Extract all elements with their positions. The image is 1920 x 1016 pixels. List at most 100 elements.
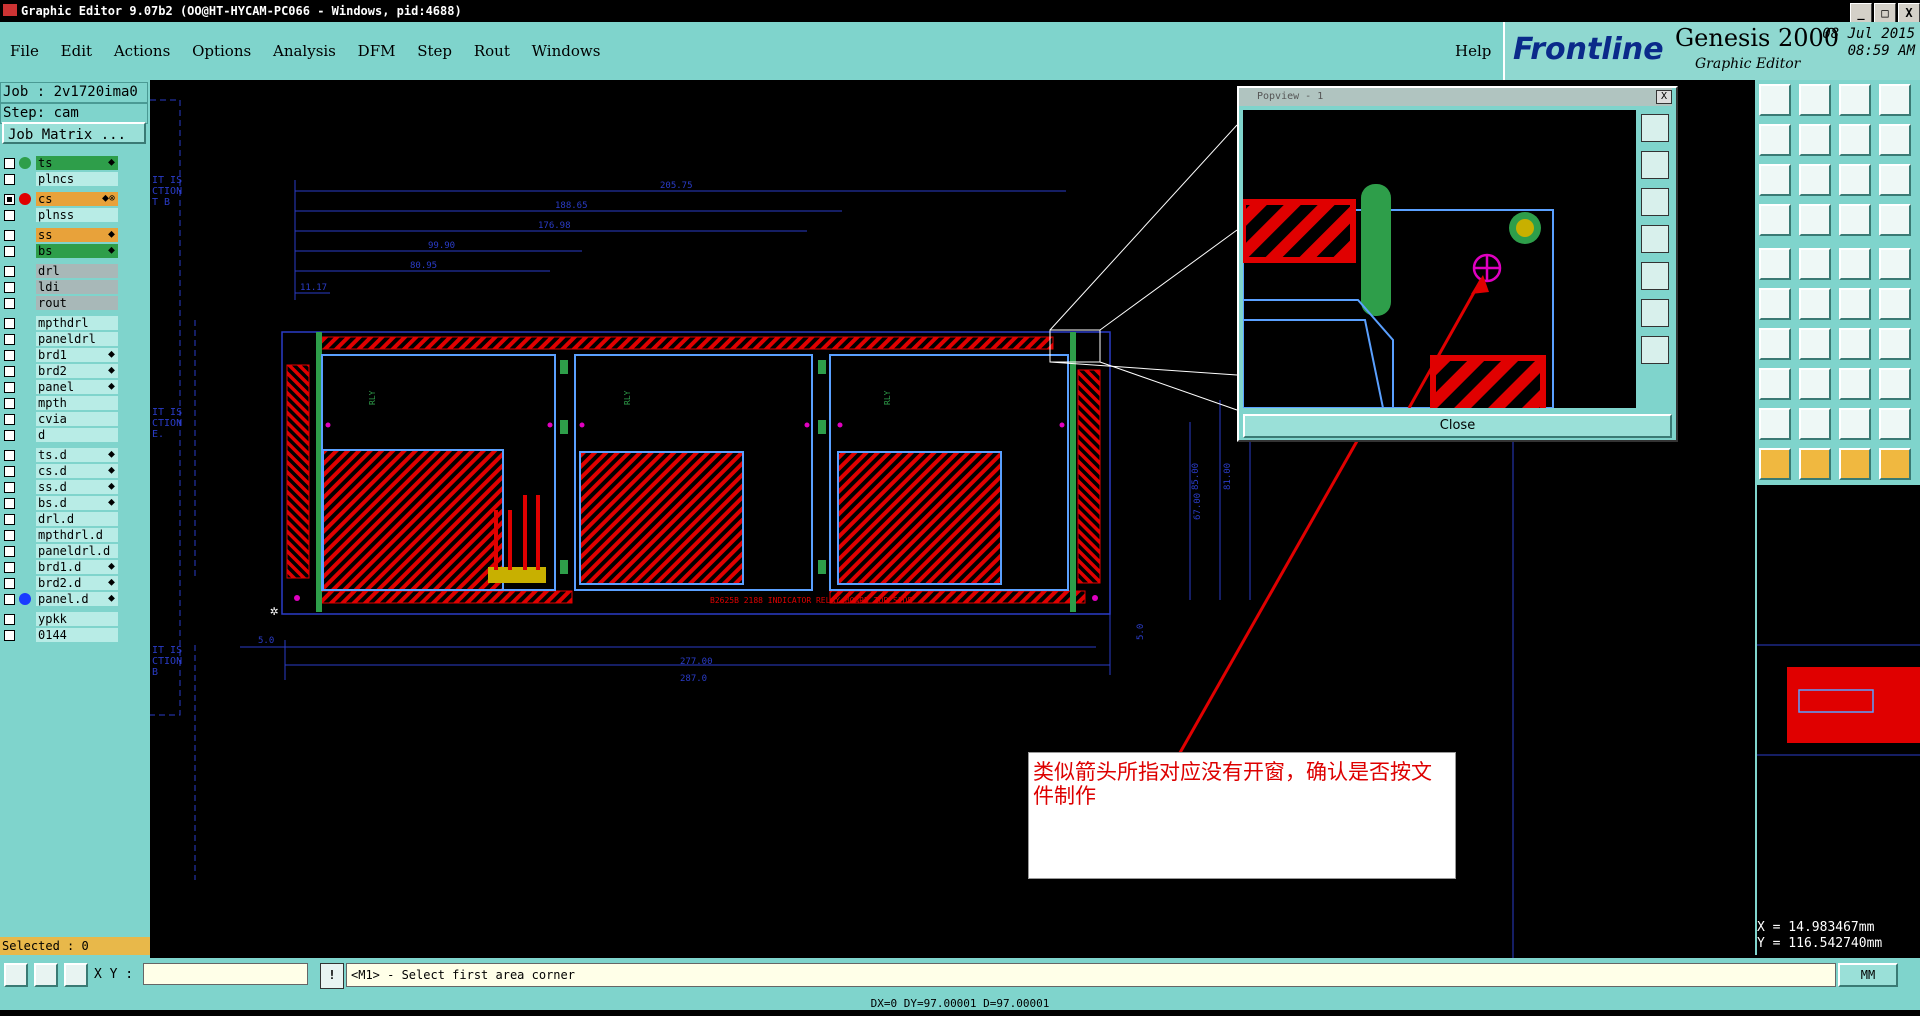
layer-row-mpthdrl[interactable]: mpthdrl (2, 315, 120, 331)
layer-name[interactable]: panel ⬥ (36, 380, 118, 394)
xy-input[interactable] (143, 963, 308, 985)
layer-row-mpthdrl-d[interactable]: mpthdrl.d (2, 527, 120, 543)
popview-zoom-tool-1[interactable] (1641, 114, 1669, 142)
layer-row-brd2-d[interactable]: brd2.d ⬥ (2, 575, 120, 591)
record-icon[interactable] (1879, 248, 1911, 280)
layer-row-ts[interactable]: ts ⬥ (2, 155, 120, 171)
layer-checkbox[interactable] (4, 318, 15, 329)
layer-name[interactable]: ss.d ⬥ (36, 480, 118, 494)
layer-checkbox[interactable] (4, 530, 15, 541)
cross-icon[interactable] (1799, 288, 1831, 320)
layer-checkbox[interactable] (4, 546, 15, 557)
layer-name[interactable]: brd1 ⬥ (36, 348, 118, 362)
layer-row-mpth[interactable]: mpth (2, 395, 120, 411)
layer-checkbox[interactable] (4, 398, 15, 409)
layer-name[interactable]: cs.d ⬥ (36, 464, 118, 478)
layer-name[interactable]: ldi (36, 280, 118, 294)
layer-color-dot[interactable] (19, 593, 31, 605)
layer-name[interactable]: rout (36, 296, 118, 310)
scale-icon[interactable] (1839, 164, 1871, 196)
layer-name[interactable]: paneldrl.d (36, 544, 118, 558)
layer-name[interactable]: brd1.d ⬥ (36, 560, 118, 574)
expand-icon[interactable] (1759, 164, 1791, 196)
flip-icon[interactable] (1799, 248, 1831, 280)
maximize-button[interactable]: □ (1874, 3, 1896, 23)
feature-icon[interactable] (1759, 248, 1791, 280)
layer-name[interactable]: ts ⬥ (36, 156, 118, 170)
layer-checkbox[interactable] (4, 266, 15, 277)
pointer-icon[interactable] (1879, 288, 1911, 320)
point-icon[interactable] (1839, 288, 1871, 320)
layer-checkbox[interactable] (4, 498, 15, 509)
layer-checkbox[interactable] (4, 430, 15, 441)
units-selector[interactable]: MM (1838, 963, 1898, 987)
menu-step[interactable]: Step (417, 42, 452, 60)
open-icon[interactable] (1759, 84, 1791, 116)
layer-row-paneldrl-d[interactable]: paneldrl.d (2, 543, 120, 559)
layer-row-drl-d[interactable]: drl.d (2, 511, 120, 527)
layer-checkbox[interactable] (4, 210, 15, 221)
layer-name[interactable]: mpthdrl.d (36, 528, 118, 542)
save-icon[interactable] (1799, 84, 1831, 116)
layer-row-ypkk[interactable]: ypkk (2, 611, 120, 627)
popview-close-icon[interactable]: X (1656, 90, 1672, 104)
arc-icon[interactable] (1799, 328, 1831, 360)
layer-name[interactable]: 0144 (36, 628, 118, 642)
array-icon[interactable] (1879, 204, 1911, 236)
home-icon[interactable] (1839, 84, 1871, 116)
minus-icon[interactable] (1799, 368, 1831, 400)
menu-analysis[interactable]: Analysis (273, 42, 336, 60)
measure-tool-button[interactable] (34, 963, 58, 987)
menu-actions[interactable]: Actions (114, 42, 170, 60)
layer-row-ss-d[interactable]: ss.d ⬥ (2, 479, 120, 495)
select-area-icon[interactable] (1799, 448, 1831, 480)
popview-zoom-tool-2[interactable] (1641, 151, 1669, 179)
triangle-c-icon[interactable] (1879, 408, 1911, 440)
move-right-icon[interactable] (1799, 124, 1831, 156)
popview-zoom-tool-6[interactable] (1641, 299, 1669, 327)
menu-edit[interactable]: Edit (61, 42, 92, 60)
layer-name[interactable]: brd2.d ⬥ (36, 576, 118, 590)
layer-row-plnss[interactable]: plnss (2, 207, 120, 223)
grid-tool-button[interactable] (64, 963, 88, 987)
layer-name[interactable]: paneldrl (36, 332, 118, 346)
layer-checkbox[interactable] (4, 334, 15, 345)
layer-row-0144[interactable]: 0144 (2, 627, 120, 643)
layer-color-dot[interactable] (19, 157, 31, 169)
mirror-icon[interactable] (1839, 124, 1871, 156)
triangle-a-icon[interactable] (1799, 408, 1831, 440)
layer-name[interactable]: drl (36, 264, 118, 278)
layer-checkbox[interactable] (4, 174, 15, 185)
layer-row-ss[interactable]: ss ⬥ (2, 227, 120, 243)
layer-checkbox[interactable] (4, 298, 15, 309)
layer-checkbox[interactable] (4, 614, 15, 625)
layer-row-plncs[interactable]: plncs (2, 171, 120, 187)
layer-checkbox[interactable] (4, 382, 15, 393)
layer-checkbox[interactable] (4, 466, 15, 477)
popview-zoom-tool-7[interactable] (1641, 336, 1669, 364)
overview-panel[interactable] (1755, 485, 1920, 955)
layer-row-bs[interactable]: bs ⬥ (2, 243, 120, 259)
menu-file[interactable]: File (10, 42, 39, 60)
group-icon[interactable] (1879, 368, 1911, 400)
layer-checkbox[interactable] (4, 246, 15, 257)
center-icon[interactable] (1799, 164, 1831, 196)
move-left-icon[interactable] (1759, 124, 1791, 156)
layer-checkbox[interactable] (4, 230, 15, 241)
layer-row-drl[interactable]: drl (2, 263, 120, 279)
layer-row-brd1-d[interactable]: brd1.d ⬥ (2, 559, 120, 575)
layer-row-rout[interactable]: rout (2, 295, 120, 311)
rotate-icon[interactable] (1879, 124, 1911, 156)
layer-row-panel-d[interactable]: panel.d ⬥ (2, 591, 120, 607)
layer-name[interactable]: cvia (36, 412, 118, 426)
layer-row-cs-d[interactable]: cs.d ⬥ (2, 463, 120, 479)
layer-name[interactable]: cs ⬥⊗ (36, 192, 118, 206)
layer-name[interactable]: brd2 ⬥ (36, 364, 118, 378)
minimize-button[interactable]: _ (1850, 3, 1872, 23)
layer-name[interactable]: d (36, 428, 118, 442)
zoom-fit-icon[interactable] (1879, 84, 1911, 116)
layer-checkbox[interactable] (4, 630, 15, 641)
line-icon[interactable] (1759, 328, 1791, 360)
node-icon[interactable] (1759, 288, 1791, 320)
layer-row-cs[interactable]: cs ⬥⊗ (2, 191, 120, 207)
